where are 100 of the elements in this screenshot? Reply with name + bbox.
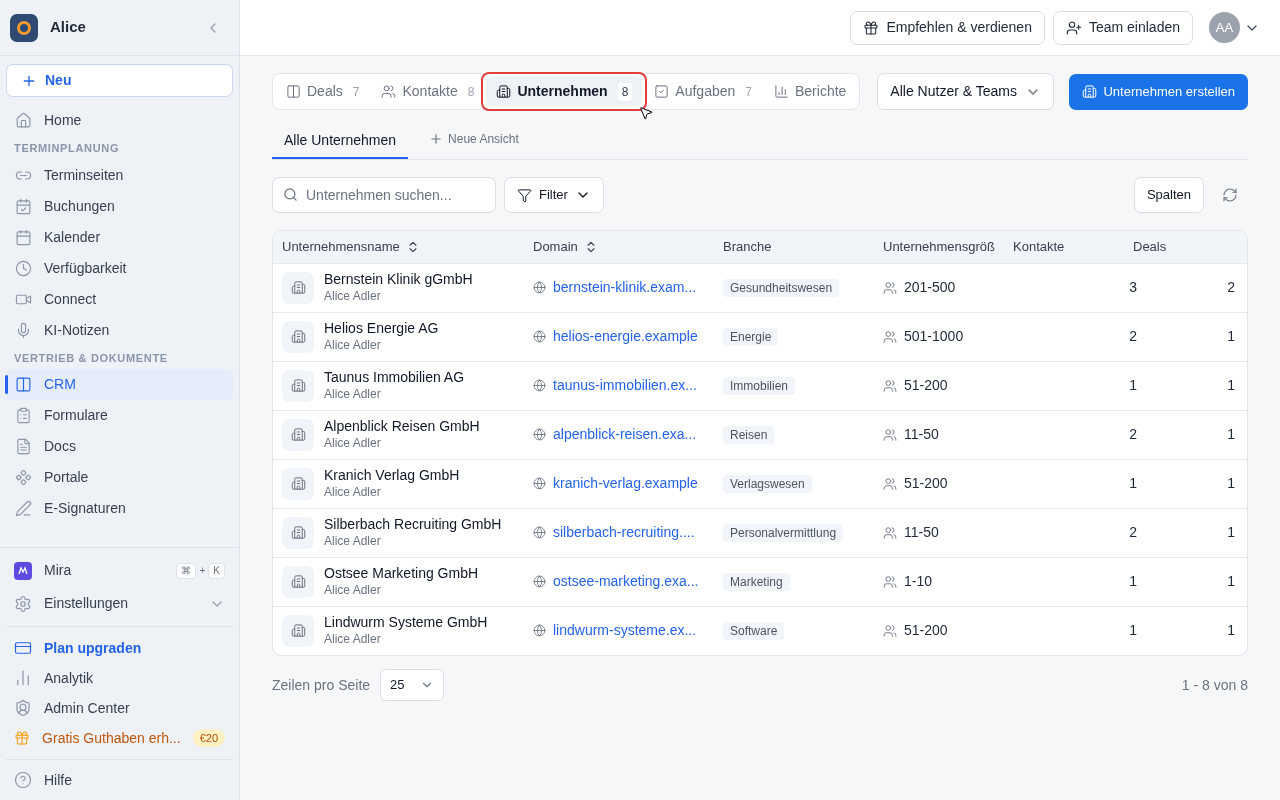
domain-link[interactable]: bernstein-klinik.exam... [553, 277, 697, 298]
company-name[interactable]: Lindwurm Systeme GmbH [324, 613, 488, 631]
company-size: 51-200 [904, 474, 948, 493]
column-header[interactable]: Domain [533, 237, 598, 257]
deals-count: 2 [1227, 279, 1235, 295]
refresh-icon[interactable] [1222, 187, 1238, 203]
shield-user-icon [14, 699, 32, 717]
key-joiner: + [199, 564, 206, 578]
calendar-check-icon [15, 197, 32, 215]
building-icon [1082, 84, 1098, 99]
users-icon [883, 476, 897, 491]
company-name[interactable]: Helios Energie AG [324, 319, 439, 337]
column-header: Kontakte [1013, 238, 1065, 256]
sidebar-item[interactable]: CRM [6, 369, 233, 400]
sidebar-item[interactable]: E-Signaturen [6, 493, 233, 524]
domain-link[interactable]: ostsee-marketing.exa... [553, 571, 699, 592]
domain-link[interactable]: kranich-verlag.example [553, 473, 698, 494]
contacts-count: 3 [1129, 279, 1137, 295]
industry-tag: Marketing [723, 573, 790, 591]
globe-icon [533, 477, 546, 490]
help-item[interactable]: Hilfe [6, 768, 233, 792]
contacts-count: 1 [1129, 573, 1137, 589]
column-header: Unternehmensgröß [883, 238, 995, 256]
owner-name: Alice Adler [324, 581, 382, 599]
tab[interactable]: Kontakte 8 [371, 77, 485, 106]
contacts-count: 1 [1129, 377, 1137, 393]
company-name[interactable]: Taunus Immobilien AG [324, 368, 465, 386]
column-header[interactable]: Unternehmensname [282, 237, 420, 257]
sidebar-item[interactable]: Portale [6, 462, 233, 493]
sidebar-item[interactable]: Gratis Guthaben erh... €20 [6, 723, 233, 753]
company-name[interactable]: Alpenblick Reisen GmbH [324, 417, 480, 435]
sidebar-item[interactable]: Connect [6, 283, 233, 315]
assistant-icon [14, 561, 32, 580]
building-icon [290, 378, 306, 393]
sidebar-item[interactable]: Docs [6, 431, 233, 462]
invite-button[interactable]: Team einladen [1052, 10, 1193, 45]
sidebar-item[interactable]: KI-Notizen [6, 314, 233, 346]
tab[interactable]: Deals 7 [276, 77, 370, 106]
workspace-name: Alice [50, 17, 86, 38]
columns-button[interactable]: Spalten [1133, 177, 1204, 213]
users-icon [883, 280, 897, 295]
company-name[interactable]: Bernstein Klinik gGmbH [324, 270, 473, 288]
sidebar-item[interactable]: Kalender [6, 221, 233, 253]
page-size-dropdown[interactable]: 25 [380, 669, 445, 701]
section-heading: TERMINPLANUNG [13, 141, 121, 156]
credit-card-icon [14, 639, 32, 657]
refer-button[interactable]: Empfehlen & verdienen [850, 10, 1045, 45]
company-name[interactable]: Ostsee Marketing GmbH [324, 564, 479, 582]
clipboard-icon [15, 407, 32, 424]
new-view-button[interactable]: Neue Ansicht [417, 123, 531, 159]
building-icon [290, 623, 306, 639]
search-field[interactable]: Unternehmen suchen... [272, 177, 496, 213]
sidebar-item[interactable]: Admin Center [6, 693, 233, 723]
owner-name: Alice Adler [324, 630, 382, 648]
assistant-label[interactable]: Mira [44, 560, 72, 581]
users-icon [381, 84, 397, 99]
sidebar-item[interactable]: Verfügbarkeit [6, 252, 233, 284]
contacts-count: 1 [1129, 622, 1137, 639]
tab[interactable]: Unternehmen 8 [486, 77, 643, 106]
owner-name: Alice Adler [324, 532, 382, 550]
sidebar-item[interactable]: Home [6, 105, 233, 136]
columns-icon [15, 376, 32, 393]
filter-button[interactable]: Filter [504, 177, 604, 213]
settings-item[interactable]: Einstellungen [6, 587, 233, 620]
tab[interactable]: Berichte [764, 77, 857, 106]
domain-link[interactable]: silberbach-recruiting.... [553, 522, 695, 543]
domain-link[interactable]: helios-energie.example [553, 326, 698, 347]
users-icon [883, 427, 897, 442]
users-icon [883, 525, 897, 540]
industry-tag: Gesundheitswesen [723, 279, 840, 297]
sidebar-item[interactable]: Plan upgraden [6, 633, 233, 663]
company-name[interactable]: Silberbach Recruiting GmbH [324, 515, 502, 533]
owner-name: Alice Adler [324, 385, 382, 403]
domain-link[interactable]: taunus-immobilien.ex... [553, 375, 697, 396]
sidebar-item[interactable]: Buchungen [6, 190, 233, 222]
domain-link[interactable]: alpenblick-reisen.exa... [553, 424, 697, 445]
company-name[interactable]: Kranich Verlag GmbH [324, 466, 460, 484]
sidebar-item[interactable]: Analytik [6, 663, 233, 693]
deals-count: 1 [1227, 475, 1235, 491]
view-tab[interactable]: Alle Unternehmen [272, 123, 409, 159]
deals-count: 1 [1227, 622, 1235, 639]
new-button[interactable]: Neu [6, 64, 233, 97]
contacts-count: 2 [1129, 328, 1137, 344]
create-company-button[interactable]: Unternehmen erstellen [1069, 73, 1248, 110]
sidebar-item[interactable]: Formulare [6, 400, 233, 431]
credit-badge: €20 [192, 728, 225, 748]
globe-icon [533, 379, 546, 392]
deals-count: 1 [1227, 328, 1235, 344]
globe-icon [533, 281, 546, 294]
sidebar-item[interactable]: Terminseiten [6, 159, 233, 191]
calendar-icon [15, 228, 32, 246]
owner-name: Alice Adler [324, 434, 382, 452]
building-icon [290, 427, 306, 442]
tab[interactable]: Aufgaben 7 [644, 77, 762, 106]
owner-dropdown[interactable]: Alle Nutzer & Teams [877, 73, 1055, 110]
user-plus-icon [1065, 19, 1082, 36]
domain-link[interactable]: lindwurm-systeme.ex... [553, 620, 697, 642]
industry-tag: Energie [723, 328, 779, 346]
building-icon [290, 574, 306, 589]
search-icon [283, 187, 298, 202]
